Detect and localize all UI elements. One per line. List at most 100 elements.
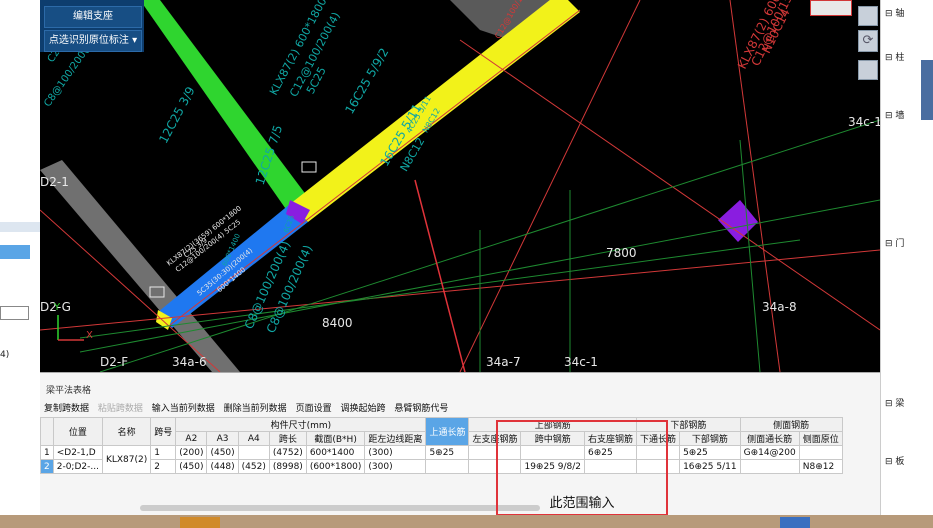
top-tool-buttons: 编辑支座 点选识别原位标注 ▾ bbox=[40, 0, 144, 52]
grid-label: 34a-8 bbox=[762, 300, 797, 314]
tree-node-label: 梁 bbox=[895, 399, 905, 409]
point-select-label: 点选识别原位标注 bbox=[48, 35, 129, 46]
cell[interactable]: (300) bbox=[364, 459, 427, 474]
col-dist-edge: 距左边线距离 bbox=[364, 431, 427, 446]
selection-popup[interactable] bbox=[810, 0, 852, 16]
table-row[interactable]: 2 2-0;D2-... 2 (450) (448) (452) (8998) … bbox=[40, 459, 843, 474]
col-name: 名称 bbox=[101, 417, 152, 446]
dimension-value: 7800 bbox=[606, 246, 637, 260]
tree-node-door[interactable]: ⊟ 门 bbox=[885, 236, 904, 249]
y-axis-label: Y bbox=[54, 302, 61, 313]
property-input[interactable] bbox=[0, 306, 29, 320]
panel-title: 梁平法表格 bbox=[46, 386, 92, 396]
green-beam bbox=[140, 0, 310, 215]
col-span: 跨号 bbox=[150, 417, 177, 446]
swap-start-span-button[interactable]: 调换起始跨 bbox=[340, 404, 385, 414]
chevron-down-icon: ▾ bbox=[132, 35, 138, 46]
cantilever-code-button[interactable]: 悬臂钢筋代号 bbox=[394, 404, 448, 414]
red-arrow bbox=[414, 179, 466, 372]
grid-label: 34a-6 bbox=[172, 355, 207, 369]
tree-node-label: 板 bbox=[895, 457, 905, 467]
col-side-through: 侧面通长筋 bbox=[739, 431, 800, 446]
col-span-length: 跨长 bbox=[268, 431, 307, 446]
cell[interactable]: 1 bbox=[40, 445, 54, 460]
decorative-shape bbox=[180, 517, 220, 528]
tree-node-beam[interactable]: ⊟ 梁 bbox=[885, 396, 904, 409]
col-position: 位置 bbox=[52, 417, 103, 446]
col-a2: A2 bbox=[175, 431, 208, 446]
col-size-group: 构件尺寸(mm) bbox=[175, 417, 427, 432]
col-index bbox=[40, 417, 54, 446]
right-component-tree: ⊟ 轴 ⊟ 柱 ⊟ 墙 ⊟ 门 ⊟ 梁 ⊟ 板 bbox=[880, 0, 933, 528]
input-range-highlight: 此范围输入 bbox=[496, 420, 668, 516]
dimension-line bbox=[739, 139, 761, 372]
tree-node-label: 墙 bbox=[895, 111, 905, 121]
cell[interactable]: (450) bbox=[175, 459, 208, 474]
side-tab[interactable] bbox=[921, 60, 933, 120]
cell[interactable] bbox=[798, 445, 843, 460]
tree-node-wall[interactable]: ⊟ 墙 bbox=[885, 108, 904, 121]
rotate-icon[interactable]: ⟳ bbox=[858, 30, 878, 52]
tree-node-label: 轴 bbox=[895, 9, 905, 19]
cell[interactable]: 2-0;D2-... bbox=[52, 459, 103, 474]
col-top-through[interactable]: 上通长筋 bbox=[425, 417, 470, 446]
cell[interactable]: 2 bbox=[40, 459, 54, 474]
edit-support-button[interactable]: 编辑支座 bbox=[44, 6, 142, 28]
grid-label: D2-1 bbox=[40, 175, 69, 189]
horizontal-scrollbar[interactable] bbox=[140, 505, 540, 511]
left-properties-panel: 4) bbox=[0, 0, 40, 528]
cell[interactable]: (200) bbox=[175, 445, 208, 460]
table-row[interactable]: 1 <D2-1,D KLX87(2) 1 (200) (450) (4752) … bbox=[40, 445, 843, 474]
cell[interactable]: (4752) bbox=[268, 445, 307, 460]
beam-table-panel: 梁平法表格 复制跨数据 粘贴跨数据 输入当前列数据 删除当前列数据 页面设置 调… bbox=[40, 372, 880, 516]
cell[interactable]: (450) bbox=[206, 445, 239, 460]
cell[interactable]: (300) bbox=[364, 445, 427, 460]
cell[interactable]: (8998) bbox=[268, 459, 307, 474]
cell[interactable]: (448) bbox=[206, 459, 239, 474]
grid-label: D2-F bbox=[100, 355, 129, 369]
cad-viewport[interactable]: C25 C8@100/200(4) 12C25 3/9 KLX87(2) 600… bbox=[40, 0, 880, 372]
cell[interactable]: (452) bbox=[237, 459, 270, 474]
cell[interactable]: <D2-1,D bbox=[52, 445, 103, 460]
cell[interactable]: 2 bbox=[150, 459, 177, 474]
cell[interactable]: KLX87(2) bbox=[101, 445, 152, 474]
col-side-rebar-group: 侧面钢筋 bbox=[739, 417, 843, 432]
cell[interactable] bbox=[425, 459, 470, 474]
decorative-shape bbox=[780, 517, 810, 528]
cell[interactable]: N8⊕12 bbox=[798, 459, 843, 474]
tree-node-label: 门 bbox=[895, 239, 905, 249]
tree-node-axis[interactable]: ⊟ 轴 bbox=[885, 6, 904, 19]
small-mark bbox=[301, 161, 317, 173]
paste-span-button[interactable]: 粘贴跨数据 bbox=[98, 404, 143, 414]
cell[interactable]: 5⊕25 bbox=[425, 445, 470, 460]
cell[interactable] bbox=[739, 459, 800, 474]
grid-label: 34a-7 bbox=[486, 355, 521, 369]
copy-span-button[interactable]: 复制跨数据 bbox=[44, 404, 89, 414]
view-cube-icon[interactable] bbox=[858, 6, 878, 26]
layout-icon[interactable] bbox=[858, 60, 878, 80]
beam-table: 位置 名称 跨号 构件尺寸(mm) 上通长筋 上部钢筋 下部钢筋 侧面钢筋 A2… bbox=[40, 417, 843, 474]
cell[interactable] bbox=[237, 445, 270, 460]
cell[interactable]: G⊕14@200 bbox=[739, 445, 800, 460]
col-a3: A3 bbox=[206, 431, 239, 446]
input-column-button[interactable]: 输入当前列数据 bbox=[152, 404, 215, 414]
tree-node-label: 柱 bbox=[895, 53, 905, 63]
tree-node-slab[interactable]: ⊟ 板 bbox=[885, 454, 904, 467]
tree-node-column[interactable]: ⊟ 柱 bbox=[885, 50, 904, 63]
cell[interactable]: (600*1800) bbox=[305, 459, 366, 474]
page-setup-button[interactable]: 页面设置 bbox=[296, 404, 332, 414]
cell[interactable]: 1 bbox=[150, 445, 177, 460]
table-toolbar: 复制跨数据 粘贴跨数据 输入当前列数据 删除当前列数据 页面设置 调换起始跨 悬… bbox=[44, 401, 454, 414]
col-section: 截面(B*H) bbox=[305, 431, 366, 446]
x-axis-label: X bbox=[86, 330, 93, 341]
background-strip bbox=[0, 515, 933, 528]
panel-header bbox=[0, 222, 40, 232]
cell[interactable]: 5⊕25 bbox=[679, 445, 741, 460]
purple-column bbox=[718, 200, 758, 242]
cell[interactable]: 600*1400 bbox=[305, 445, 366, 460]
panel-fragment-text: 4) bbox=[0, 350, 10, 360]
selected-row[interactable] bbox=[0, 245, 30, 259]
delete-column-button[interactable]: 删除当前列数据 bbox=[224, 404, 287, 414]
point-select-button[interactable]: 点选识别原位标注 ▾ bbox=[44, 30, 142, 52]
cell[interactable]: 16⊕25 5/11 bbox=[679, 459, 741, 474]
